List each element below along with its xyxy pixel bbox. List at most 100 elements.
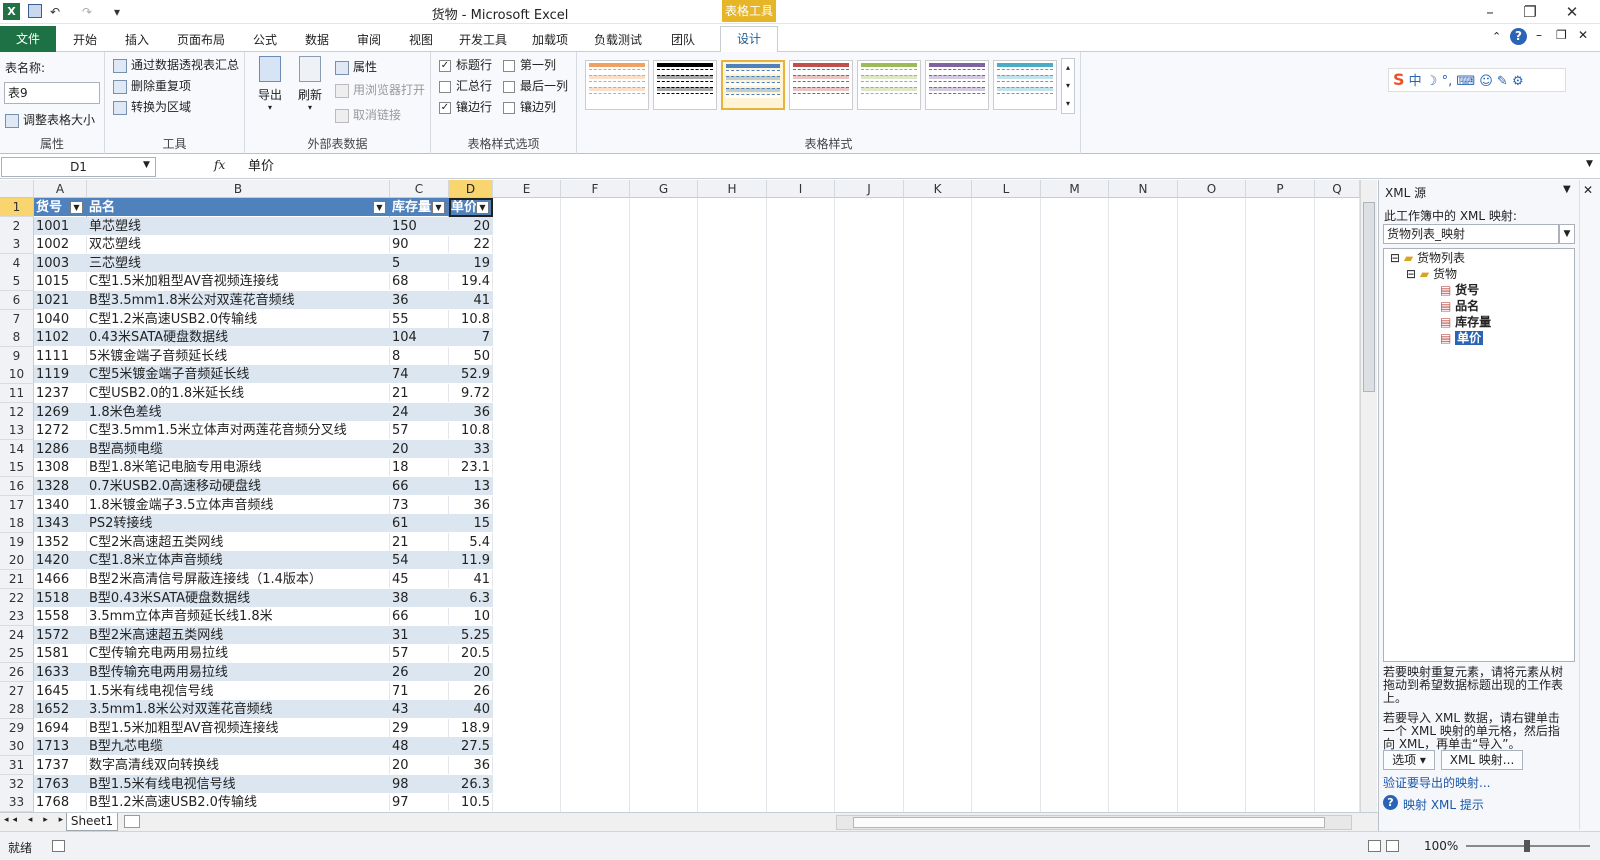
table-cell[interactable]: B型1.2米高速USB2.0传输线 [87,793,390,812]
column-header-o[interactable]: O [1178,180,1246,198]
column-header-d[interactable]: D [449,180,493,198]
tab-developer[interactable]: 开发工具 [450,28,516,52]
first-column-checkbox[interactable]: 第一列 [503,57,556,73]
table-cell[interactable]: 23.1 [449,458,493,478]
table-cell[interactable]: 1633 [34,663,87,682]
hscroll-thumb[interactable] [853,817,1325,828]
table-cell[interactable]: C型USB2.0的1.8米延长线 [87,384,390,403]
zoom-level[interactable]: 100% [1424,839,1458,853]
table-cell[interactable]: 97 [390,793,449,812]
table-cell[interactable]: B型1.8米笔记电脑专用电源线 [87,458,390,478]
xml-maps-button[interactable]: XML 映射... [1441,750,1523,770]
table-cell[interactable]: 104 [390,328,449,348]
table-cell[interactable]: 1694 [34,719,87,738]
table-cell[interactable]: 10.5 [449,793,493,812]
row-header[interactable]: 11 [0,384,34,403]
table-cell[interactable]: 52.9 [449,365,493,385]
table-style-swatch[interactable] [857,60,921,110]
gallery-scroll[interactable]: ▴ ▾ ▾ [1061,58,1075,114]
normal-view-icon[interactable] [1368,840,1381,852]
tab-view[interactable]: 视图 [398,28,444,52]
table-cell[interactable]: C型传输充电两用易拉线 [87,644,390,664]
table-cell[interactable]: 26 [390,663,449,682]
table-style-swatch[interactable] [585,60,649,110]
table-cell[interactable]: 5.4 [449,533,493,552]
table-cell[interactable]: 38 [390,588,449,608]
table-cell[interactable]: 73 [390,496,449,515]
tree-node-stock[interactable]: ▤ 库存量 [1440,314,1491,330]
column-header-i[interactable]: I [767,180,835,198]
table-cell[interactable]: 1237 [34,384,87,403]
table-cell[interactable]: 3.5mm1.8米公对双莲花音频线 [87,700,390,720]
tab-file[interactable]: 文件 [0,26,56,52]
row-header[interactable]: 21 [0,570,34,589]
table-cell[interactable]: 150 [390,216,449,236]
table-cell[interactable]: 48 [390,737,449,757]
table-cell[interactable]: 61 [390,514,449,534]
table-cell[interactable]: 57 [390,421,449,441]
table-cell[interactable]: 36 [449,402,493,422]
table-cell[interactable]: 18.9 [449,719,493,738]
table-cell[interactable]: 8 [390,347,449,366]
zoom-slider-thumb[interactable] [1524,840,1530,852]
column-header-f[interactable]: F [561,180,630,198]
maximize-icon[interactable]: ❐ [1514,2,1546,22]
table-cell[interactable]: 1581 [34,644,87,664]
help-icon[interactable]: ? [1510,28,1527,45]
verify-export-link[interactable]: 验证要导出的映射... [1383,774,1490,791]
row-header[interactable]: 18 [0,514,34,534]
xml-tips-link[interactable]: 映射 XML 提示 [1403,796,1484,813]
table-cell[interactable]: 68 [390,272,449,292]
table-cell[interactable]: 1352 [34,533,87,552]
tab-team[interactable]: 团队 [660,28,706,52]
table-cell[interactable]: 20 [390,756,449,775]
table-cell[interactable]: 20 [449,663,493,682]
table-cell[interactable]: 19.4 [449,272,493,292]
table-cell[interactable]: 1572 [34,625,87,645]
row-header[interactable]: 29 [0,718,34,738]
table-cell[interactable]: 数字高清线双向转换线 [87,756,390,775]
table-cell[interactable]: 41 [449,291,493,310]
table-cell[interactable]: 10 [449,607,493,627]
sheet-tab-sheet1[interactable]: Sheet1 [66,813,118,831]
horizontal-scrollbar[interactable] [836,815,1352,830]
table-cell[interactable]: 10.8 [449,310,493,329]
table-cell[interactable]: 54 [390,551,449,571]
table-cell[interactable]: B型2米高清信号屏蔽连接线（1.4版本） [87,570,390,589]
table-cell[interactable]: 1308 [34,458,87,478]
row-header[interactable]: 28 [0,700,34,720]
xml-pane-scrollbar[interactable] [1579,180,1599,830]
table-cell[interactable]: 19 [449,253,493,273]
table-cell[interactable]: 1645 [34,682,87,701]
table-cell[interactable]: 0.7米USB2.0高速移动硬盘线 [87,477,390,496]
insert-sheet-icon[interactable] [124,815,140,828]
table-cell[interactable]: 36 [449,496,493,515]
table-cell[interactable]: 50 [449,347,493,366]
table-cell[interactable]: 29 [390,719,449,738]
table-cell[interactable]: 21 [390,533,449,552]
table-cell[interactable]: 18 [390,458,449,478]
row-header[interactable]: 12 [0,402,34,422]
formula-expand-icon[interactable]: ▼ [1586,159,1593,169]
table-cell[interactable]: 5.25 [449,625,493,645]
table-cell[interactable]: 98 [390,774,449,794]
table-cell[interactable]: 1040 [34,310,87,329]
tab-design[interactable]: 设计 [720,26,778,53]
table-cell[interactable]: 1015 [34,272,87,292]
table-cell[interactable]: 1.8米色差线 [87,402,390,422]
xml-map-select[interactable]: 货物列表_映射 [1383,224,1559,244]
table-cell[interactable]: 31 [390,625,449,645]
row-header[interactable]: 10 [0,365,34,385]
table-cell[interactable]: 24 [390,402,449,422]
table-cell[interactable]: 27.5 [449,737,493,757]
row-header[interactable]: 20 [0,551,34,571]
table-cell[interactable]: 45 [390,570,449,589]
vscroll-thumb[interactable] [1363,202,1375,392]
page-layout-view-icon[interactable] [1386,840,1399,852]
table-cell[interactable]: 66 [390,607,449,627]
row-header[interactable]: 26 [0,663,34,682]
tree-node-root[interactable]: ⊟ ▰ 货物列表 [1390,250,1465,266]
table-style-swatch[interactable] [993,60,1057,110]
filter-dropdown-icon[interactable]: ▼ [373,201,386,214]
select-all-corner[interactable] [0,180,34,198]
